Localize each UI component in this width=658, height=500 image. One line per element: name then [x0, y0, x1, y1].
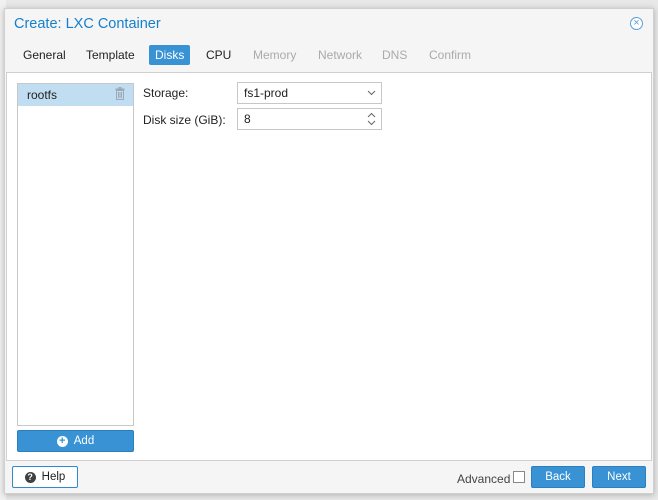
tab-memory: Memory: [253, 48, 297, 62]
advanced-label: Advanced: [457, 472, 511, 486]
tab-disks[interactable]: Disks: [149, 45, 191, 65]
dialog-title: Create: LXC Container: [14, 16, 161, 32]
disk-list: rootfs: [17, 83, 134, 426]
storage-value: fs1-prod: [244, 86, 289, 100]
trash-icon[interactable]: [115, 87, 125, 100]
next-button-label: Next: [607, 471, 631, 483]
spinner-arrows-icon[interactable]: [367, 111, 376, 127]
storage-select[interactable]: fs1-prod: [237, 82, 382, 104]
help-button-label: Help: [41, 471, 66, 483]
advanced-checkbox[interactable]: [513, 471, 525, 483]
wizard-tabs: General Template Disks CPU Memory Networ…: [5, 45, 653, 69]
tab-network: Network: [318, 48, 363, 62]
tab-cpu[interactable]: CPU: [200, 45, 237, 65]
back-button-label: Back: [545, 471, 571, 483]
next-button[interactable]: Next: [592, 466, 646, 488]
disk-item-rootfs[interactable]: rootfs: [18, 84, 133, 106]
disks-panel: rootfs + Add Storage: fs1-prod Disk size…: [6, 72, 652, 461]
chevron-down-icon[interactable]: [367, 88, 376, 97]
tab-confirm: Confirm: [429, 48, 472, 62]
close-icon[interactable]: ×: [630, 17, 643, 30]
disk-size-label: Disk size (GiB):: [143, 113, 226, 127]
disk-item-label: rootfs: [27, 88, 58, 102]
dialog-footer: ? Help Advanced Back Next: [5, 461, 653, 493]
tab-template[interactable]: Template: [80, 45, 141, 65]
tab-dns: DNS: [382, 48, 408, 62]
plus-circle-icon: +: [56, 435, 68, 447]
storage-label: Storage:: [143, 86, 189, 100]
question-circle-icon: ?: [24, 471, 36, 483]
tab-general[interactable]: General: [17, 45, 72, 65]
disk-size-value: 8: [244, 112, 251, 126]
add-button-label: Add: [73, 435, 95, 447]
help-button[interactable]: ? Help: [12, 466, 78, 488]
disk-size-input[interactable]: 8: [237, 108, 382, 130]
create-lxc-dialog: Create: LXC Container × General Template…: [4, 8, 654, 494]
back-button[interactable]: Back: [531, 466, 585, 488]
dialog-titlebar: Create: LXC Container ×: [5, 9, 653, 41]
add-disk-button[interactable]: + Add: [17, 430, 134, 452]
